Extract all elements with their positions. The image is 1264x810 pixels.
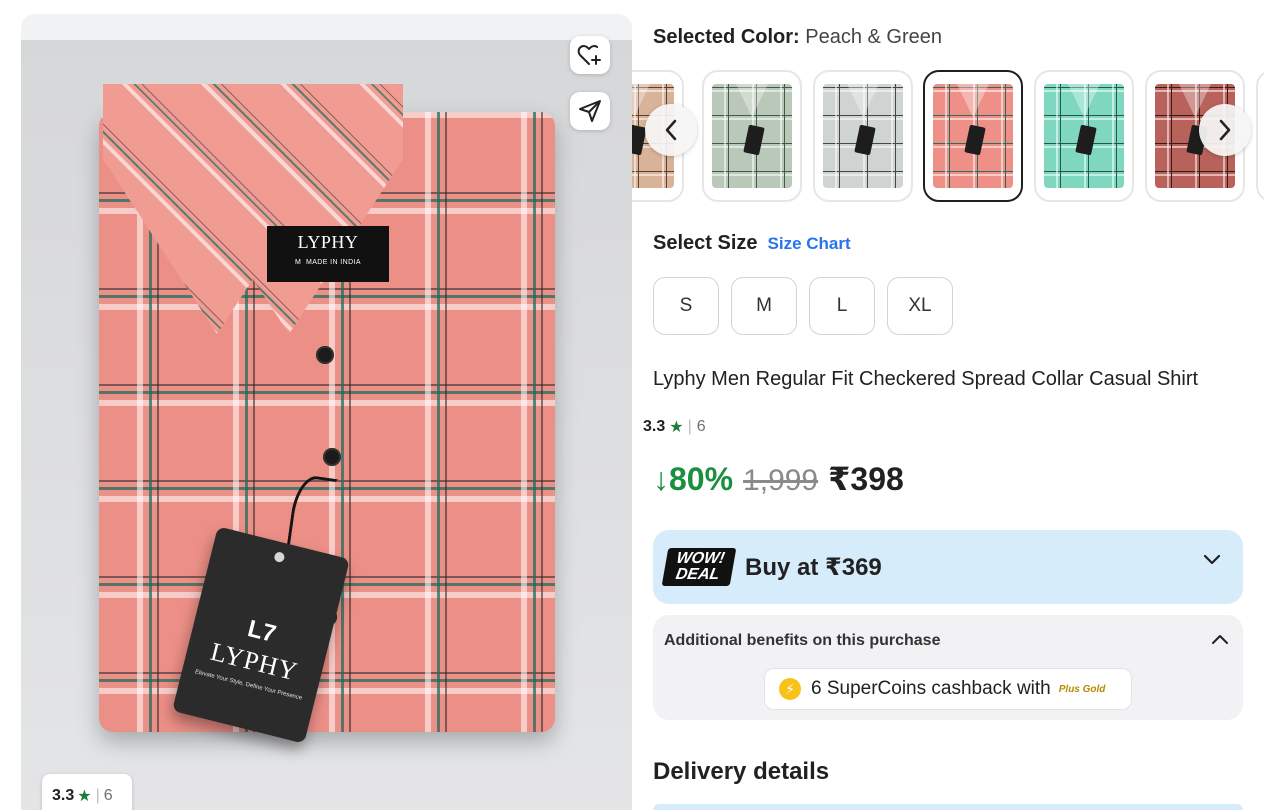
star-icon: ★: [669, 419, 684, 436]
supercoins-offer[interactable]: ⚡ 6 SuperCoins cashback with Plus Gold: [764, 668, 1132, 710]
neck-label: LYPHY M MADE IN INDIA: [267, 226, 389, 282]
size-option-m[interactable]: M: [731, 277, 797, 335]
benefits-title: Additional benefits on this purchase: [664, 632, 941, 649]
select-size-label: Select Size: [653, 232, 758, 254]
rating-divider: |: [95, 787, 100, 804]
supercoins-text: 6 SuperCoins cashback with: [811, 678, 1051, 699]
price-row: ↓80% 1,999 ₹398: [653, 460, 904, 498]
hang-tag-hole: [273, 551, 286, 564]
delivery-details-heading: Delivery details: [653, 758, 830, 785]
swatch-image: [823, 84, 903, 188]
product-rating[interactable]: 3.3 ★ | 6: [643, 417, 706, 437]
wow-deal-text: Buy at ₹369: [745, 553, 882, 581]
heart-plus-icon: [577, 45, 601, 65]
image-rating-value: 3.3: [52, 787, 75, 804]
neck-label-size: M: [295, 259, 302, 266]
chevron-up-icon[interactable]: [1211, 633, 1229, 645]
neck-label-origin: MADE IN INDIA: [305, 259, 361, 266]
size-options: S M L XL: [653, 277, 953, 335]
rating-divider: |: [687, 418, 692, 435]
color-swatch-carousel[interactable]: [632, 70, 1264, 204]
product-title: Lyphy Men Regular Fit Checkered Spread C…: [653, 368, 1199, 390]
size-option-s[interactable]: S: [653, 277, 719, 335]
chevron-left-icon: [665, 119, 677, 141]
swatch-image: [712, 84, 792, 188]
selected-color-label: Selected Color:: [653, 26, 800, 48]
discount-percent: ↓80%: [653, 461, 734, 497]
color-swatch-grey[interactable]: [813, 70, 913, 202]
color-swatch-mint[interactable]: [1034, 70, 1134, 202]
additional-benefits-card: Additional benefits on this purchase ⚡ 6…: [653, 615, 1243, 720]
delivery-card-top: [653, 804, 1243, 810]
wow-deal-badge: WOW! DEAL: [661, 548, 737, 586]
product-image-panel[interactable]: LYPHY M MADE IN INDIA L7 LYPHY Elevate Y…: [21, 14, 632, 810]
supercoin-icon: ⚡: [779, 678, 801, 700]
chevron-down-icon[interactable]: [1203, 554, 1221, 566]
image-rating-count: 6: [103, 787, 113, 804]
wow-deal-card[interactable]: WOW! DEAL Buy at ₹369: [653, 530, 1243, 604]
carousel-prev-button[interactable]: [645, 104, 697, 156]
plus-gold-badge: Plus Gold: [1058, 683, 1106, 695]
send-icon: [579, 100, 601, 122]
carousel-next-button[interactable]: [1199, 104, 1251, 156]
product-image[interactable]: LYPHY M MADE IN INDIA L7 LYPHY Elevate Y…: [21, 40, 632, 810]
selected-color-value: Peach & Green: [805, 26, 943, 48]
rating-count: 6: [696, 418, 706, 435]
final-price: ₹398: [828, 461, 904, 497]
shirt-button: [323, 448, 341, 466]
size-option-xl[interactable]: XL: [887, 277, 953, 335]
swatch-image: [933, 84, 1013, 188]
color-swatch-sage[interactable]: [702, 70, 802, 202]
color-swatch-next[interactable]: [1256, 70, 1264, 202]
rating-value: 3.3: [643, 418, 666, 435]
swatch-image: [1044, 84, 1124, 188]
neck-label-brand: LYPHY: [297, 232, 359, 252]
wishlist-button[interactable]: [570, 36, 610, 74]
shirt-button: [316, 346, 334, 364]
share-button[interactable]: [570, 92, 610, 130]
size-option-l[interactable]: L: [809, 277, 875, 335]
size-chart-link[interactable]: Size Chart: [768, 234, 851, 254]
color-swatch-peach-green[interactable]: [923, 70, 1023, 202]
wow-badge-line1: WOW!: [675, 550, 726, 567]
selected-color: Selected Color: Peach & Green: [653, 26, 942, 49]
mrp-price: 1,999: [743, 464, 819, 497]
chevron-right-icon: [1219, 119, 1231, 141]
star-icon: ★: [77, 788, 92, 805]
image-rating-badge: 3.3 ★ | 6: [42, 774, 132, 810]
select-size-header: Select Size Size Chart: [653, 232, 851, 255]
wow-badge-line2: DEAL: [674, 566, 721, 583]
